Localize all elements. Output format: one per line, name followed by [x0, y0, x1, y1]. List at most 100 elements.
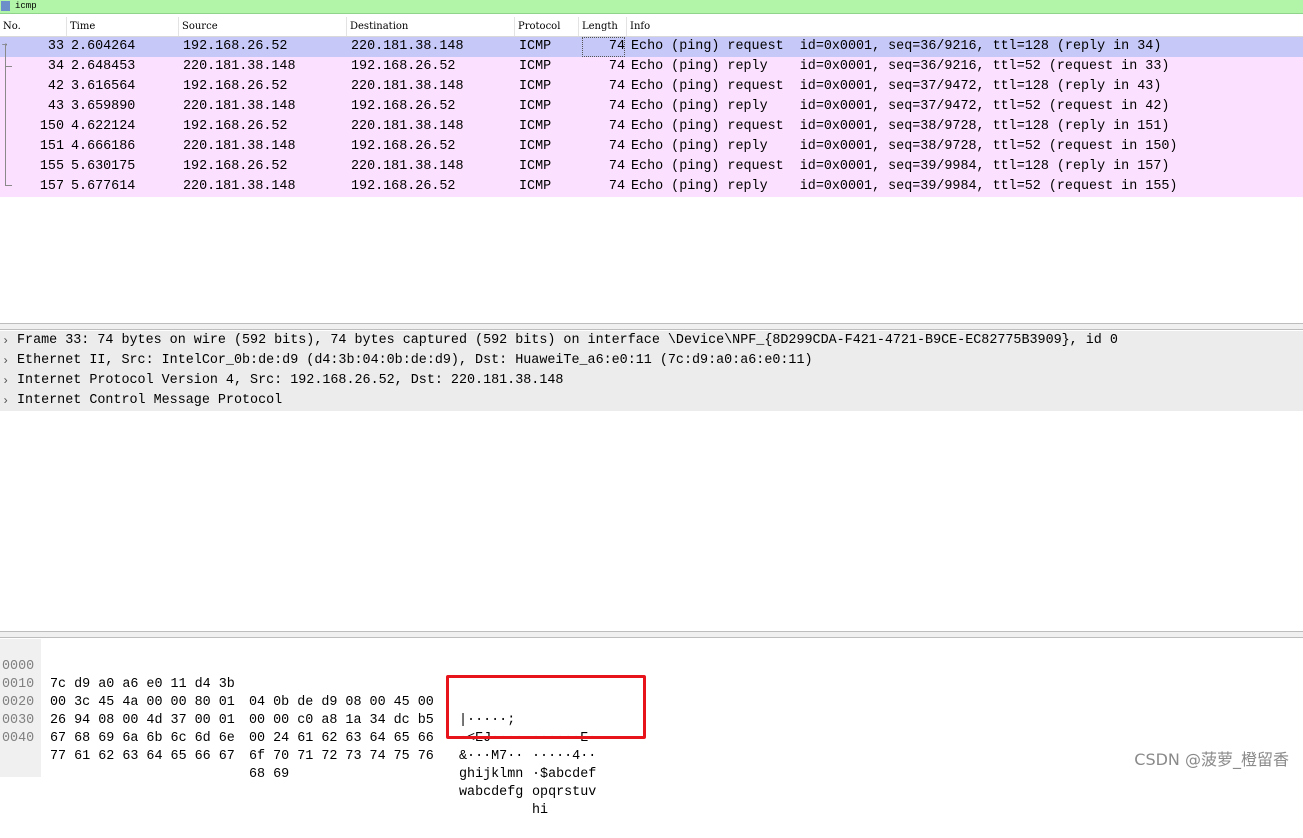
packet-length: 74 — [608, 59, 625, 74]
packet-destination: 220.181.38.148 — [351, 39, 464, 54]
packet-row[interactable]: 157 5.677614 220.181.38.148 192.168.26.5… — [0, 177, 1303, 197]
packet-row[interactable]: 150 4.622124 192.168.26.52 220.181.38.14… — [0, 117, 1303, 137]
packet-no: 33 — [47, 39, 64, 54]
packet-destination: 192.168.26.52 — [351, 179, 456, 194]
bytes-hex-low: 00 3c 45 4a 00 00 80 01 — [50, 695, 235, 710]
packet-protocol: ICMP — [519, 99, 552, 114]
packet-no: 155 — [39, 159, 64, 174]
packet-no: 43 — [47, 99, 64, 114]
packet-time: 4.666186 — [71, 139, 136, 154]
bytes-hex-low: 67 68 69 6a 6b 6c 6d 6e — [50, 731, 235, 746]
bytes-ascii-high: ·····4·· — [532, 749, 597, 764]
packet-info: Echo (ping) request id=0x0001, seq=37/94… — [631, 79, 1162, 94]
expand-chevron-icon[interactable]: › — [2, 331, 12, 351]
bytes-hex-high: 68 69 — [249, 767, 290, 782]
packet-info: Echo (ping) reply id=0x0001, seq=37/9472… — [631, 99, 1170, 114]
packet-length: 74 — [608, 79, 625, 94]
detail-row-icmp[interactable]: › Internet Control Message Protocol — [0, 391, 1303, 411]
packet-source: 192.168.26.52 — [183, 119, 288, 134]
column-header-destination[interactable]: Destination — [347, 17, 515, 36]
bytes-hex-low: 77 61 62 63 64 65 66 67 — [50, 749, 235, 764]
packet-protocol: ICMP — [519, 159, 552, 174]
packet-info: Echo (ping) reply id=0x0001, seq=38/9728… — [631, 139, 1178, 154]
packet-row[interactable]: 43 3.659890 220.181.38.148 192.168.26.52… — [0, 97, 1303, 117]
bytes-hex-high: 04 0b de d9 08 00 45 00 — [249, 695, 434, 710]
packet-info: Echo (ping) request id=0x0001, seq=39/99… — [631, 159, 1170, 174]
filter-bookmark-icon[interactable] — [1, 1, 10, 11]
bytes-hex-low: 7c d9 a0 a6 e0 11 d4 3b — [50, 677, 235, 692]
packet-no: 157 — [39, 179, 64, 194]
packet-length: 74 — [608, 99, 625, 114]
packet-length: 74 — [608, 179, 625, 194]
packet-row[interactable]: 42 3.616564 192.168.26.52 220.181.38.148… — [0, 77, 1303, 97]
column-header-no[interactable]: No. — [0, 17, 67, 36]
bytes-offset: 0040 — [2, 731, 35, 746]
packet-length: 74 — [582, 37, 625, 57]
packet-protocol: ICMP — [519, 119, 552, 134]
packet-source: 220.181.38.148 — [183, 179, 296, 194]
column-header-length[interactable]: Length — [579, 17, 627, 36]
packet-no: 42 — [47, 79, 64, 94]
expand-chevron-icon[interactable]: › — [2, 391, 12, 411]
bytes-hex-high: 6f 70 71 72 73 74 75 76 — [249, 749, 434, 764]
packet-info: Echo (ping) request id=0x0001, seq=38/97… — [631, 119, 1170, 134]
packet-destination: 220.181.38.148 — [351, 159, 464, 174]
display-filter-input[interactable] — [13, 0, 1297, 12]
packet-protocol: ICMP — [519, 39, 552, 54]
column-header-source[interactable]: Source — [179, 17, 347, 36]
packet-length: 74 — [608, 139, 625, 154]
bytes-row[interactable]: 0010 00 3c 45 4a 00 00 80 01 00 00 c0 a8… — [0, 658, 596, 764]
packet-info: Echo (ping) request id=0x0001, seq=36/92… — [631, 39, 1162, 54]
packet-row[interactable]: 33 2.604264 192.168.26.52 220.181.38.148… — [0, 37, 1303, 57]
packet-source: 220.181.38.148 — [183, 139, 296, 154]
detail-row-ethernet[interactable]: › Ethernet II, Src: IntelCor_0b:de:d9 (d… — [0, 351, 1303, 371]
column-header-protocol[interactable]: Protocol — [515, 17, 579, 36]
bytes-hex-high: 00 24 61 62 63 64 65 66 — [249, 731, 434, 746]
packet-source: 192.168.26.52 — [183, 159, 288, 174]
detail-text: Ethernet II, Src: IntelCor_0b:de:d9 (d4:… — [17, 353, 813, 368]
detail-text: Internet Control Message Protocol — [17, 393, 283, 408]
detail-text: Frame 33: 74 bytes on wire (592 bits), 7… — [17, 333, 1118, 348]
packet-bytes-pane: 0000 7c d9 a0 a6 e0 11 d4 3b 04 0b de d9… — [0, 639, 1303, 818]
packet-protocol: ICMP — [519, 179, 552, 194]
packet-source: 220.181.38.148 — [183, 99, 296, 114]
packet-list: 33 2.604264 192.168.26.52 220.181.38.148… — [0, 37, 1303, 197]
bytes-row[interactable]: 0020 26 94 08 00 4d 37 00 01 00 24 61 62… — [0, 676, 596, 782]
packet-protocol: ICMP — [519, 59, 552, 74]
bytes-ascii-high: hi — [532, 803, 549, 818]
detail-row-frame[interactable]: › Frame 33: 74 bytes on wire (592 bits),… — [0, 331, 1303, 351]
packet-time: 5.630175 — [71, 159, 136, 174]
detail-row-ipv4[interactable]: › Internet Protocol Version 4, Src: 192.… — [0, 371, 1303, 391]
packet-info: Echo (ping) reply id=0x0001, seq=39/9984… — [631, 179, 1178, 194]
packet-destination: 220.181.38.148 — [351, 79, 464, 94]
packet-time: 5.677614 — [71, 179, 136, 194]
bytes-ascii-low: wabcdefg — [459, 785, 524, 800]
bytes-ascii-low: ghijklmn — [459, 767, 524, 782]
pane-splitter-bottom[interactable] — [0, 631, 1303, 638]
bytes-row[interactable]: 0040 77 61 62 63 64 65 66 67 68 69 wabcd… — [0, 712, 548, 818]
detail-text: Internet Protocol Version 4, Src: 192.16… — [17, 373, 564, 388]
bytes-row[interactable]: 0000 7c d9 a0 a6 e0 11 d4 3b 04 0b de d9… — [0, 640, 596, 746]
bytes-row[interactable]: 0030 67 68 69 6a 6b 6c 6d 6e 6f 70 71 72… — [0, 694, 596, 800]
packet-row[interactable]: 34 2.648453 220.181.38.148 192.168.26.52… — [0, 57, 1303, 77]
packet-destination: 192.168.26.52 — [351, 99, 456, 114]
packet-time: 4.622124 — [71, 119, 136, 134]
expand-chevron-icon[interactable]: › — [2, 351, 12, 371]
packet-time: 3.659890 — [71, 99, 136, 114]
packet-destination: 192.168.26.52 — [351, 59, 456, 74]
packet-length: 74 — [608, 159, 625, 174]
packet-row[interactable]: 151 4.666186 220.181.38.148 192.168.26.5… — [0, 137, 1303, 157]
packet-row[interactable]: 155 5.630175 192.168.26.52 220.181.38.14… — [0, 157, 1303, 177]
packet-destination: 192.168.26.52 — [351, 139, 456, 154]
packet-source: 220.181.38.148 — [183, 59, 296, 74]
packet-source: 192.168.26.52 — [183, 39, 288, 54]
packet-no: 150 — [39, 119, 64, 134]
bytes-ascii-high: opqrstuv — [532, 785, 597, 800]
expand-chevron-icon[interactable]: › — [2, 371, 12, 391]
pane-splitter-top[interactable] — [0, 323, 1303, 330]
packet-length: 74 — [608, 119, 625, 134]
column-header-info[interactable]: Info — [627, 17, 1303, 36]
packet-time: 2.604264 — [71, 39, 136, 54]
packet-list-header: No. Time Source Destination Protocol Len… — [0, 17, 1303, 37]
column-header-time[interactable]: Time — [67, 17, 179, 36]
